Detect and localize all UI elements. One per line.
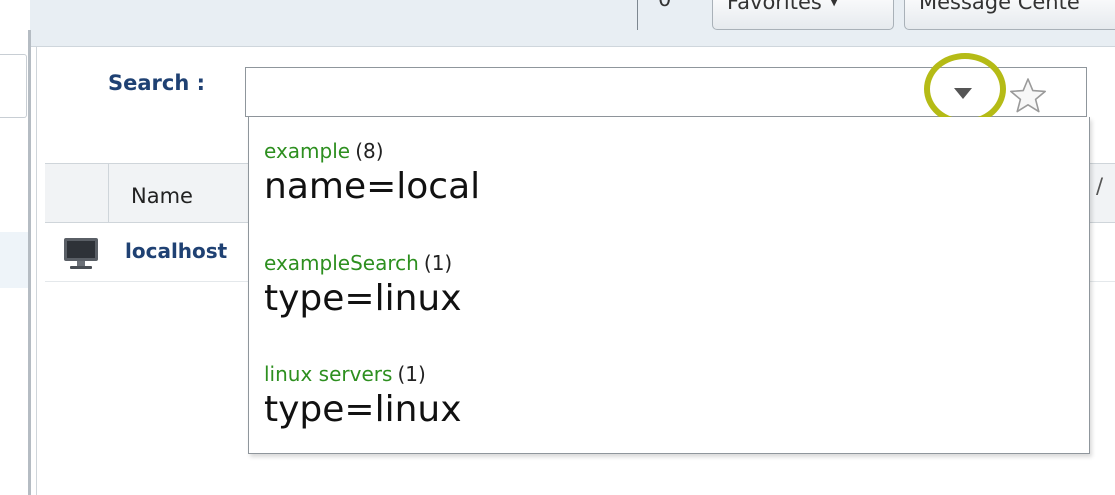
suggestion-name: exampleSearch — [264, 251, 419, 275]
panel-divider[interactable] — [28, 30, 31, 495]
suggestion-item[interactable]: exampleSearch (1) type=linux — [264, 251, 462, 319]
toolbar-count: 0 — [658, 0, 671, 11]
suggestion-query: type=linux — [264, 389, 462, 430]
suggestion-name: example — [264, 139, 351, 163]
chevron-down-icon: ▼ — [829, 0, 839, 8]
row-name[interactable]: localhost — [125, 239, 227, 263]
suggestion-query: type=linux — [264, 278, 462, 319]
favorites-button[interactable]: Favorites ▼ — [712, 0, 894, 30]
suggestion-name: linux servers — [264, 362, 393, 386]
suggestion-count: (1) — [423, 251, 453, 275]
monitor-icon — [64, 238, 98, 269]
suggestion-item[interactable]: example (8) name=local — [264, 139, 480, 207]
message-center-button[interactable]: Message Cente — [904, 0, 1115, 30]
highlight-circle — [924, 53, 1006, 125]
search-suggestions-dropdown: example (8) name=local exampleSearch (1)… — [248, 117, 1090, 454]
message-center-label: Message Cente — [919, 0, 1080, 14]
favorites-label: Favorites — [727, 0, 822, 14]
search-label: Search : — [108, 71, 206, 95]
suggestion-item[interactable]: linux servers (1) type=linux — [264, 362, 462, 430]
column-header-name[interactable]: Name — [131, 184, 193, 208]
header-icon-column — [45, 164, 109, 222]
suggestion-query: name=local — [264, 166, 481, 207]
collapsed-panel-handle[interactable] — [0, 54, 27, 118]
column-header-overflow[interactable]: / — [1089, 174, 1115, 214]
favorite-star-icon[interactable] — [1008, 76, 1048, 116]
toolbar-separator — [637, 0, 638, 30]
app-window: 0 Favorites ▼ Message Cente Search : Name… — [0, 0, 1115, 495]
suggestion-count: (8) — [355, 139, 384, 163]
left-panel-selected-band — [0, 232, 28, 288]
suggestion-count: (1) — [397, 362, 426, 386]
